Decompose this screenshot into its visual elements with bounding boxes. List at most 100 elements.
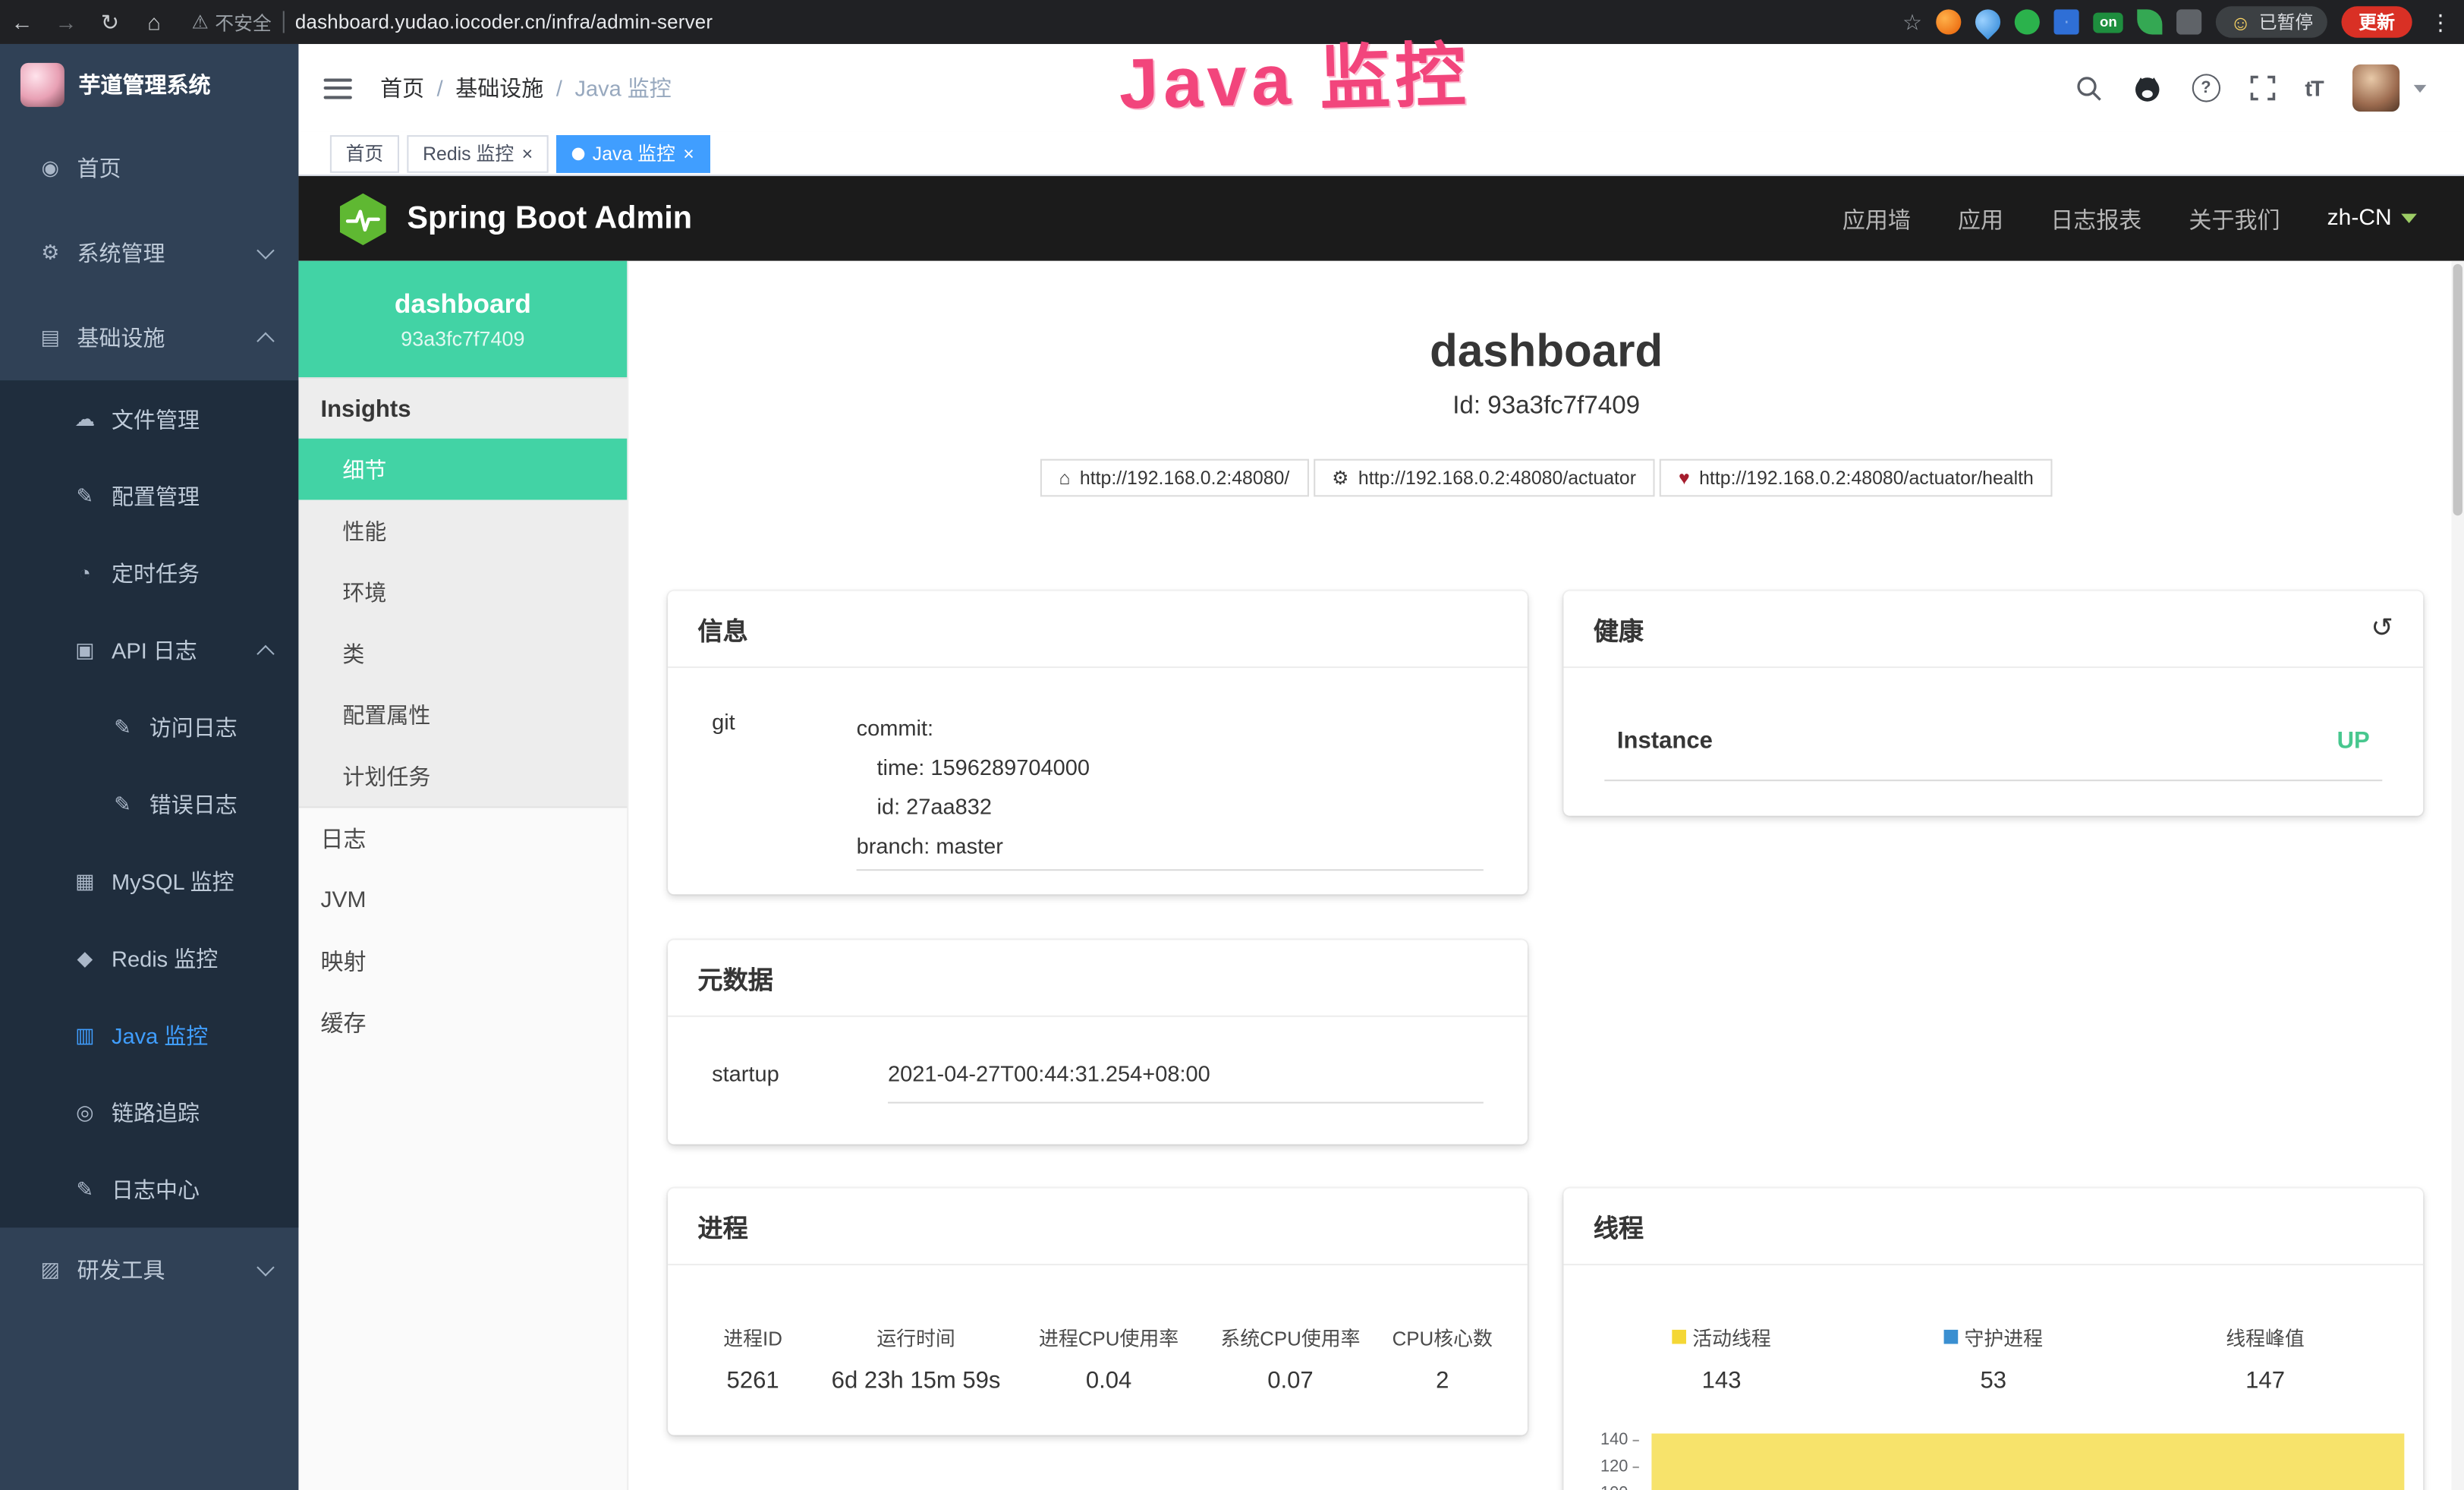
sidebar-item-tracing[interactable]: ◎ 链路追踪 [0,1073,298,1150]
update-button[interactable]: 更新 [2341,6,2412,37]
sidebar-item-label: Java 监控 [112,1019,208,1051]
info-card: 信息 git commit: time: 1596289704000 id: 2… [668,591,1528,895]
sidebar-item-file-mgmt[interactable]: ☁ 文件管理 [0,380,298,457]
breadcrumb-infra[interactable]: 基础设施 [455,72,543,103]
tab-java-monitor[interactable]: Java 监控 × [556,134,710,172]
browser-menu-icon[interactable]: ⋮ [2429,8,2451,35]
sidebar-item-scheduled-jobs[interactable]: ◔ 定时任务 [0,534,298,611]
tab-home[interactable]: 首页 [330,134,399,172]
insights-group-header[interactable]: Insights [298,379,627,439]
sidebar-item-home[interactable]: ◉ 首页 [0,126,298,211]
forward-icon[interactable]: → [44,9,88,34]
sidebar-item-mysql-monitor[interactable]: ▦ MySQL 监控 [0,843,298,919]
legend-yellow-icon [1672,1330,1686,1344]
spring-boot-admin-logo[interactable] [339,193,386,244]
health-row[interactable]: Instance UP [1604,728,2382,781]
actuator-url-link[interactable]: ⚙ http://192.168.0.2:48080/actuator [1313,459,1655,497]
sba-nav-applications[interactable]: 应用 [1958,202,2003,235]
sidebar-item-log-center[interactable]: ✎ 日志中心 [0,1151,298,1227]
paused-badge[interactable]: ☺ 已暂停 [2216,6,2327,37]
app-title: 芋道管理系统 [79,69,211,100]
extension-fox-icon[interactable] [1937,9,1962,34]
sidebar-item-java-monitor[interactable]: ▥ Java 监控 [0,997,298,1073]
tab-redis-monitor[interactable]: Redis 监控 × [407,134,548,172]
chevron-down-icon [2401,214,2417,223]
avatar-caret-icon[interactable] [2414,84,2427,92]
sba-item-environment[interactable]: 环境 [298,561,627,622]
sba-nav-links: 应用墙 应用 日志报表 关于我们 zh-CN [1842,202,2417,235]
font-size-icon[interactable]: tT [2305,75,2322,100]
sba-item-logging[interactable]: 日志 [298,808,627,869]
sba-nav-wallboard[interactable]: 应用墙 [1842,202,1911,235]
close-icon[interactable]: × [522,143,533,162]
bookmark-star-icon[interactable]: ☆ [1902,8,1922,35]
breadcrumb-separator: / [437,75,443,100]
sidebar-item-system[interactable]: ⚙ 系统管理 [0,210,298,295]
chevron-down-icon [256,1258,274,1276]
sba-item-details[interactable]: 细节 [298,439,627,500]
sidebar-item-access-log[interactable]: ✎ 访问日志 [0,688,298,765]
log-icon: ✎ [110,714,135,739]
git-branch-line: branch: master [857,827,1484,866]
home-icon[interactable]: ⌂ [132,9,176,34]
warning-icon: ⚠ [192,11,209,33]
sidebar-item-label: MySQL 监控 [112,865,234,896]
user-avatar[interactable] [2352,65,2399,112]
url-text[interactable]: dashboard.yudao.iocoder.cn/infra/admin-s… [295,11,713,33]
fullscreen-icon[interactable] [2250,75,2275,100]
sba-nav-journal[interactable]: 日志报表 [2050,202,2141,235]
tab-bar: 首页 Redis 监控 × Java 监控 × [298,132,2464,176]
hamburger-icon[interactable] [324,78,352,99]
github-icon[interactable] [2132,73,2162,102]
sidebar-item-api-log[interactable]: ▣ API 日志 [0,612,298,688]
sidebar-item-dev-tools[interactable]: ▨ 研发工具 [0,1227,298,1312]
scrollbar-track[interactable] [2451,261,2464,1490]
history-icon[interactable]: ↺ [2371,613,2393,644]
sba-item-scheduled-tasks[interactable]: 计划任务 [298,745,627,807]
close-icon[interactable]: × [683,143,694,162]
sba-main-content: dashboard Id: 93a3fc7f7409 ⌂ http://192.… [628,261,2464,1490]
breadcrumb-current: Java 监控 [574,72,671,103]
sidebar-item-redis-monitor[interactable]: ◆ Redis 监控 [0,919,298,996]
sba-item-config-props[interactable]: 配置属性 [298,684,627,745]
sidebar-item-error-log[interactable]: ✎ 错误日志 [0,765,298,842]
sba-item-beans[interactable]: 类 [298,622,627,684]
extensions-puzzle-icon[interactable] [2177,9,2202,34]
address-bar[interactable]: ⚠ 不安全 dashboard.yudao.iocoder.cn/infra/a… [192,8,713,35]
help-icon[interactable]: ? [2192,74,2220,102]
info-key: git [712,709,857,871]
app-logo[interactable]: 芋道管理系统 [0,44,298,126]
reload-icon[interactable]: ↻ [88,8,132,35]
search-icon[interactable] [2075,74,2102,101]
tools-icon: ▨ [38,1258,63,1283]
extension-leaf-icon[interactable] [2138,9,2163,34]
sba-item-metrics[interactable]: 性能 [298,500,627,562]
back-icon[interactable]: ← [0,9,44,34]
sidebar-item-config-mgmt[interactable]: ✎ 配置管理 [0,458,298,534]
locale-selector[interactable]: zh-CN [2327,206,2417,231]
health-url-link[interactable]: ♥ http://192.168.0.2:48080/actuator/heal… [1660,459,2053,497]
extension-on-badge[interactable]: on [2094,12,2123,33]
breadcrumb-home[interactable]: 首页 [380,72,424,103]
threads-col-peak: 线程峰值 [2226,1322,2305,1352]
breadcrumb: 首页 / 基础设施 / Java 监控 [380,72,672,103]
extension-drop-icon[interactable] [1971,5,2006,40]
active-dot-icon [572,147,585,160]
git-time-line: time: 1596289704000 [857,748,1484,788]
y-tick-140: 140 [1585,1430,1638,1449]
service-url-link[interactable]: ⌂ http://192.168.0.2:48080/ [1040,459,1308,497]
threads-live-value: 143 [1702,1368,1742,1394]
extension-green-icon[interactable] [2015,9,2040,34]
security-warning[interactable]: ⚠ 不安全 [192,8,272,35]
scrollbar-thumb[interactable] [2453,264,2462,515]
instance-block[interactable]: dashboard 93a3fc7f7409 [298,261,627,377]
sba-item-jvm[interactable]: JVM [298,869,627,931]
process-col-sys-cpu: 系统CPU使用率 [1220,1322,1360,1352]
extension-grid-icon[interactable] [2054,9,2079,34]
chrome-toolbar-right: ☆ on ☺ 已暂停 更新 ⋮ [1902,0,2451,44]
sba-brand-title[interactable]: Spring Boot Admin [407,200,692,237]
sba-item-caches[interactable]: 缓存 [298,992,627,1054]
sba-nav-about[interactable]: 关于我们 [2189,202,2280,235]
sidebar-item-infra[interactable]: ▤ 基础设施 [0,295,298,380]
sba-item-mappings[interactable]: 映射 [298,931,627,992]
